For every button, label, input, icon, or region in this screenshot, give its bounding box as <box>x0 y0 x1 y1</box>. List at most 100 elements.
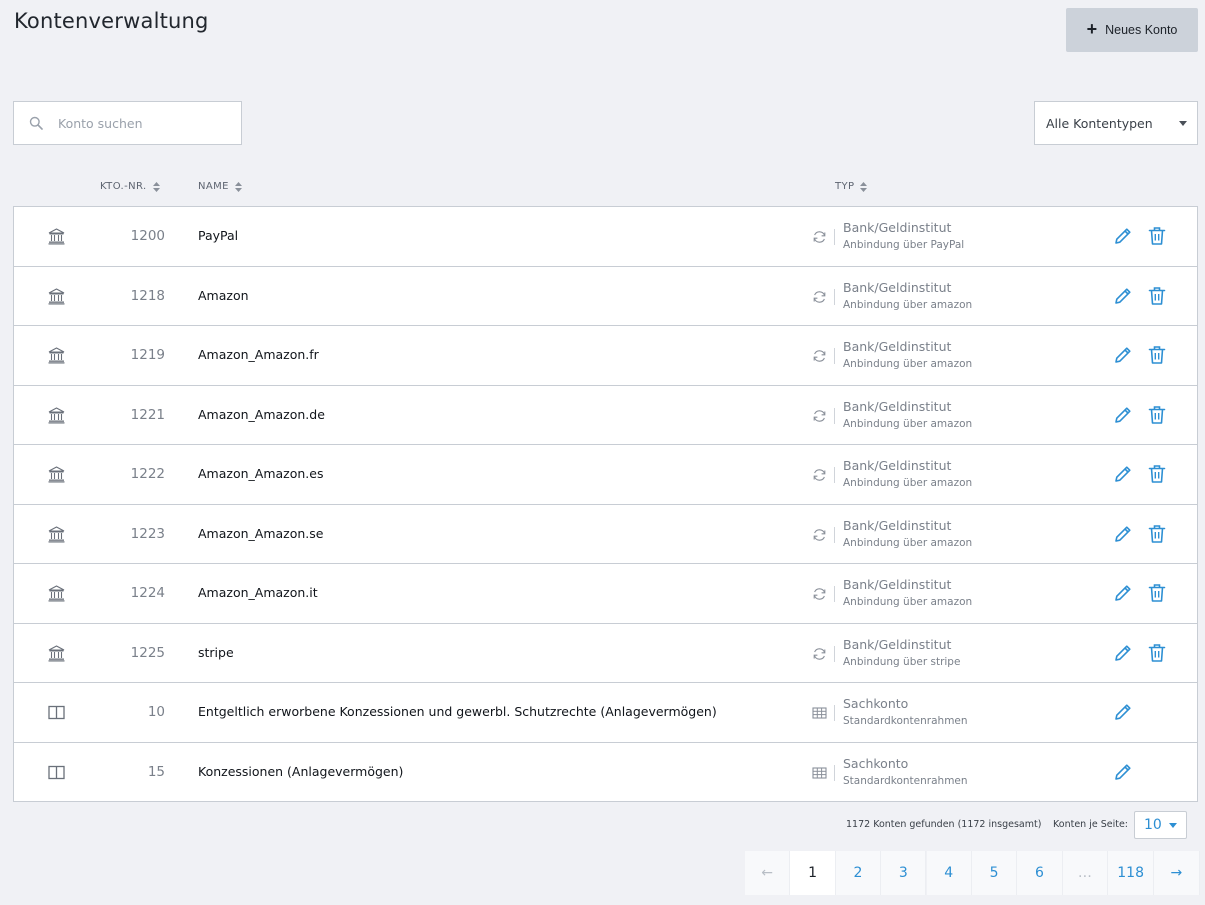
edit-icon[interactable] <box>1113 702 1133 722</box>
type-divider <box>834 586 835 602</box>
trash-icon[interactable] <box>1148 286 1166 306</box>
page-button[interactable]: 2 <box>835 851 882 895</box>
type-divider <box>834 645 835 662</box>
table-icon <box>812 765 827 779</box>
trash-icon[interactable] <box>1148 226 1166 246</box>
edit-icon[interactable] <box>1113 286 1133 306</box>
book-icon <box>48 764 65 781</box>
account-type: Bank/Geldinstitut <box>843 636 952 652</box>
edit-icon[interactable] <box>1113 643 1133 663</box>
prev-page-arrow-icon[interactable]: ← <box>745 851 791 895</box>
account-name: Entgeltlich erworbene Konzessionen und g… <box>198 704 717 719</box>
account-type: Sachkonto <box>843 755 909 771</box>
column-header-type[interactable]: TYP <box>835 181 868 192</box>
sync-icon <box>812 229 827 243</box>
sync-icon <box>812 348 827 362</box>
type-divider <box>834 407 835 424</box>
table-row[interactable]: 1221 Amazon_Amazon.de Bank/Geldinstitut … <box>14 386 1197 445</box>
account-type-selected: Alle Kontentypen <box>1046 115 1153 131</box>
account-name: Amazon_Amazon.se <box>198 525 324 541</box>
search-icon <box>29 116 43 130</box>
account-type-sub: Anbindung über amazon <box>843 417 973 430</box>
edit-icon[interactable] <box>1113 226 1133 246</box>
account-type-sub: Anbindung über amazon <box>843 298 973 311</box>
trash-icon[interactable] <box>1148 524 1166 544</box>
trash-icon[interactable] <box>1148 405 1166 425</box>
bank-icon <box>48 644 65 662</box>
account-number: 1218 <box>130 287 165 304</box>
edit-icon[interactable] <box>1113 405 1133 425</box>
bank-icon <box>48 406 65 424</box>
edit-icon[interactable] <box>1113 345 1133 365</box>
per-page-select[interactable]: 10 <box>1134 811 1187 839</box>
table-row[interactable]: 1218 Amazon Bank/Geldinstitut Anbindung … <box>14 267 1197 326</box>
page-button[interactable]: 3 <box>881 851 927 895</box>
page-button[interactable]: 1 <box>790 851 836 895</box>
sync-icon <box>812 586 827 600</box>
column-header-number[interactable]: KTO.-NR. <box>100 181 160 192</box>
account-type-sub: Standardkontenrahmen <box>843 715 968 727</box>
table-row[interactable]: 1219 Amazon_Amazon.fr Bank/Geldinstitut … <box>14 326 1197 386</box>
sort-icon <box>860 181 868 192</box>
trash-icon[interactable] <box>1148 583 1166 603</box>
account-type: Bank/Geldinstitut <box>843 517 952 533</box>
sync-icon <box>812 408 827 422</box>
table-row[interactable]: 1200 PayPal Bank/Geldinstitut Anbindung … <box>14 207 1197 267</box>
edit-icon[interactable] <box>1113 583 1133 603</box>
account-number: 15 <box>147 763 165 780</box>
type-divider <box>834 526 835 543</box>
bank-icon <box>48 525 65 543</box>
page-title: Kontenverwaltung <box>14 9 209 33</box>
page-button[interactable]: 4 <box>926 851 972 895</box>
account-type-sub: Anbindung über amazon <box>843 596 973 608</box>
account-name: Amazon <box>198 287 249 303</box>
table-row[interactable]: 1222 Amazon_Amazon.es Bank/Geldinstitut … <box>14 445 1197 505</box>
account-number: 1224 <box>130 585 165 601</box>
sort-icon <box>152 181 160 192</box>
edit-icon[interactable] <box>1113 762 1133 782</box>
trash-icon[interactable] <box>1148 643 1166 663</box>
table-row[interactable]: 15 Konzessionen (Anlagevermögen) Sachkon… <box>14 743 1197 803</box>
account-type: Bank/Geldinstitut <box>843 458 952 473</box>
per-page-value: 10 <box>1144 817 1162 833</box>
table-icon <box>812 705 827 719</box>
account-type-sub: Anbindung über amazon <box>843 536 973 549</box>
account-number: 1223 <box>130 525 165 542</box>
caret-down-icon <box>1179 121 1187 126</box>
table-row[interactable]: 1223 Amazon_Amazon.se Bank/Geldinstitut … <box>14 505 1197 564</box>
table-row[interactable]: 1225 stripe Bank/Geldinstitut Anbindung … <box>14 624 1197 683</box>
account-type-select[interactable]: Alle Kontentypen <box>1034 101 1198 145</box>
search-box[interactable] <box>13 101 242 145</box>
result-count: 1172 Konten gefunden (1172 insgesamt) <box>846 819 1042 830</box>
page-button[interactable]: 6 <box>1017 851 1063 895</box>
new-account-button[interactable]: + Neues Konto <box>1066 8 1198 52</box>
type-divider <box>834 348 835 364</box>
account-type: Bank/Geldinstitut <box>843 398 952 414</box>
account-number: 1200 <box>130 228 165 244</box>
edit-icon[interactable] <box>1113 464 1133 484</box>
account-type-sub: Anbindung über PayPal <box>843 239 965 251</box>
account-type-sub: Anbindung über stripe <box>843 655 961 668</box>
account-type-sub: Anbindung über amazon <box>843 477 973 489</box>
plus-icon: + <box>1086 19 1098 39</box>
account-name: Amazon_Amazon.fr <box>198 347 319 362</box>
edit-icon[interactable] <box>1113 524 1133 544</box>
account-number: 10 <box>147 704 165 720</box>
trash-icon[interactable] <box>1148 345 1166 365</box>
column-header-name[interactable]: NAME <box>198 181 242 192</box>
page-button[interactable]: 118 <box>1108 851 1155 895</box>
column-header-name-label: NAME <box>198 181 229 192</box>
trash-icon[interactable] <box>1148 464 1166 484</box>
table-row[interactable]: 1224 Amazon_Amazon.it Bank/Geldinstitut … <box>14 564 1197 624</box>
account-type: Bank/Geldinstitut <box>843 339 952 354</box>
sort-icon <box>234 181 242 192</box>
per-page-label: Konten je Seite: <box>1053 819 1128 830</box>
table-row[interactable]: 10 Entgeltlich erworbene Konzessionen un… <box>14 683 1197 743</box>
bank-icon <box>48 466 65 483</box>
page-button[interactable]: 5 <box>971 851 1018 895</box>
search-input[interactable] <box>58 115 208 131</box>
next-page-arrow-icon[interactable]: → <box>1154 851 1200 895</box>
account-type: Bank/Geldinstitut <box>843 279 952 295</box>
type-divider <box>834 467 835 483</box>
account-name: Konzessionen (Anlagevermögen) <box>198 763 404 779</box>
